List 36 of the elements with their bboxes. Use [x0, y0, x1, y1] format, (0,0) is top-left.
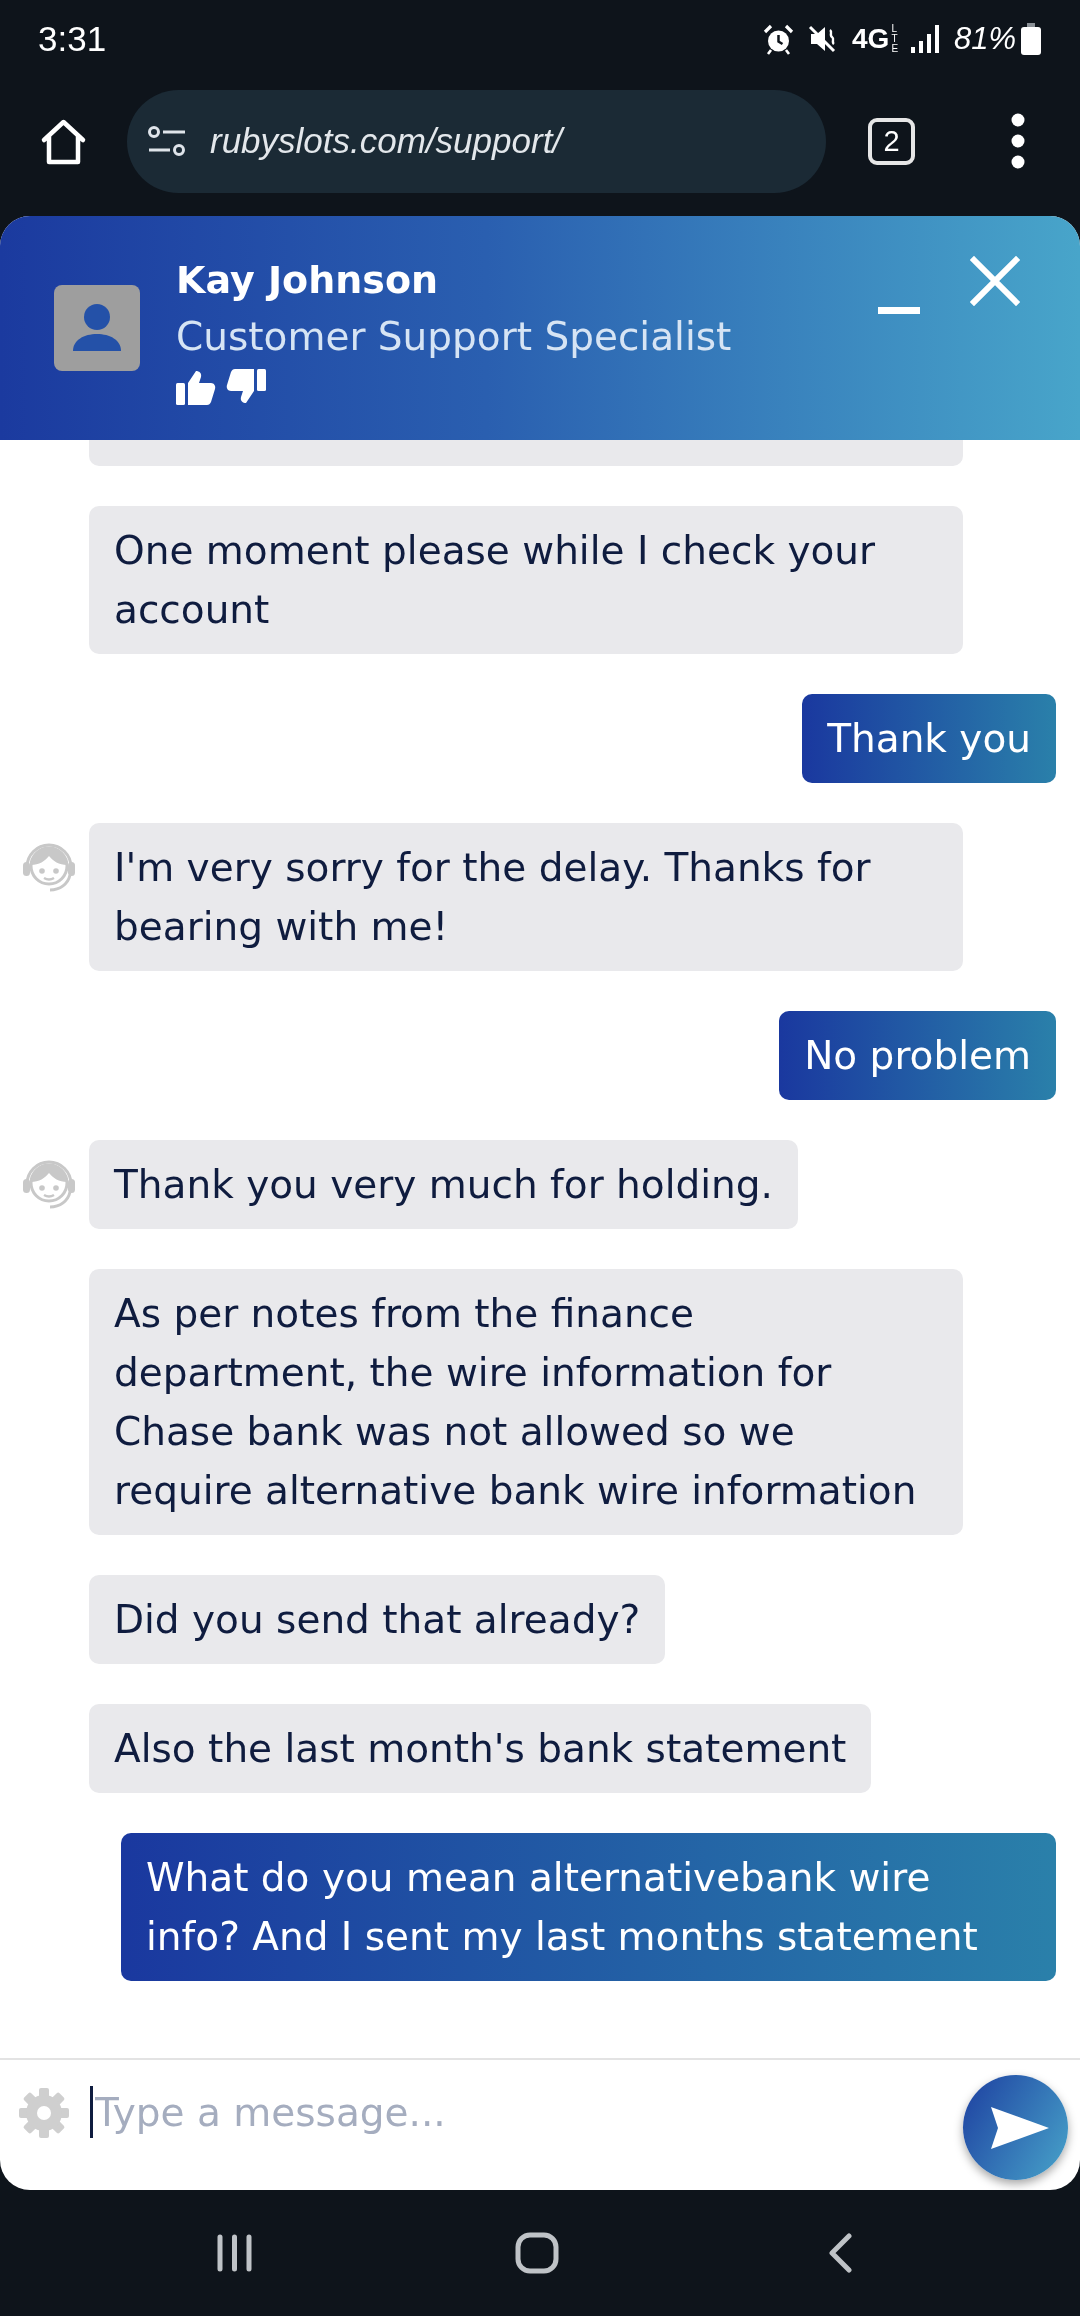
avatar-icon [54, 285, 140, 371]
send-icon [990, 2104, 1049, 2151]
agent-message-bubble: Did you send that already? [89, 1575, 666, 1664]
send-button[interactable] [963, 2075, 1068, 2180]
address-bar[interactable]: rubyslots.com/support/ [127, 89, 826, 193]
back-icon[interactable] [827, 2233, 853, 2273]
overflow-menu-icon[interactable] [1010, 113, 1026, 169]
agent-message-bubble: Also the last month's bank statement [89, 1704, 872, 1793]
agent-name: Kay Johnson [176, 257, 440, 304]
user-message-bubble: What do you mean alternativebank wire info? And I sent my last months statement [121, 1833, 1056, 1981]
url-text: rubyslots.com/support/ [210, 121, 563, 161]
agent-title: Customer Support Specialist [176, 313, 732, 361]
tab-count-button[interactable]: 2 [868, 117, 915, 165]
close-icon [970, 256, 1020, 306]
thumbs-up-icon[interactable] [176, 369, 216, 405]
site-settings-icon[interactable] [148, 126, 186, 156]
battery-level: 81% [953, 21, 1016, 57]
close-button[interactable] [970, 256, 1020, 306]
recent-apps-icon[interactable] [216, 2233, 253, 2273]
home-icon[interactable] [40, 117, 87, 165]
alarm-icon [763, 23, 795, 55]
clock-time: 3:31 [38, 19, 107, 59]
user-message-bubble: No problem [779, 1011, 1056, 1100]
agent-message-bubble: I'm very sorry for the delay. Thanks for bearing with me! [89, 823, 963, 971]
battery-icon [1021, 23, 1041, 55]
agent-message-bubble: Thank you very much for holding. [89, 1140, 798, 1229]
agent-message-bubble: One moment please while I check your account [89, 506, 963, 654]
signal-icon [910, 25, 940, 53]
agent-message-bubble: As per notes from the finance department, the wire information for Chase bank was not allowed so we require alternative bank wire information [89, 1269, 963, 1535]
user-message-bubble: Thank you [802, 694, 1056, 783]
message-input[interactable]: Type a message... [90, 2086, 963, 2138]
thumbs-down-icon[interactable] [226, 369, 266, 405]
home-icon[interactable] [515, 2232, 559, 2274]
network-type: 4G [852, 24, 890, 54]
minimize-icon [878, 307, 920, 314]
network-detail: LTE [891, 24, 897, 54]
